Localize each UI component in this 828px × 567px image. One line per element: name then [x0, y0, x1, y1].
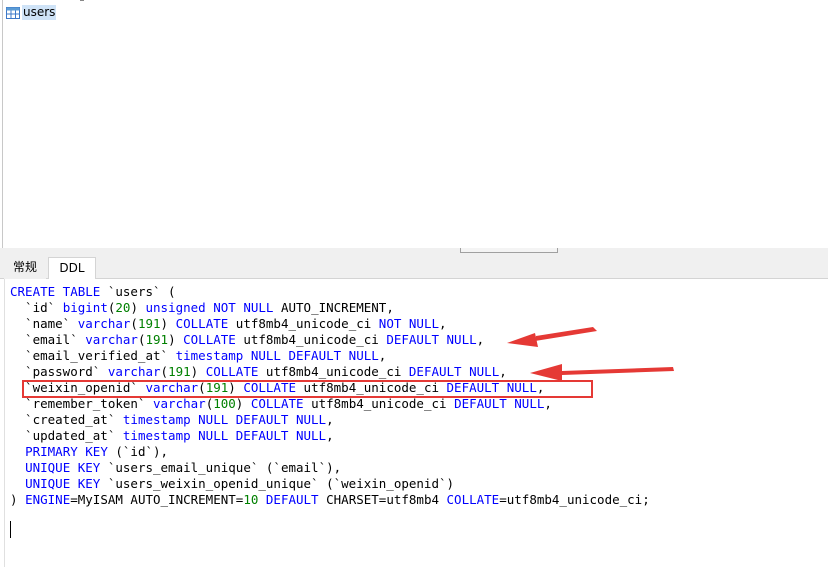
ddl-token-plain: ,: [326, 412, 334, 427]
ddl-token-plain: =utf8mb4_unicode_ci;: [499, 492, 650, 507]
ddl-token-kw: DEFAULT NULL: [454, 396, 545, 411]
ddl-token-kw: varchar: [77, 316, 131, 331]
ddl-token-kw: COLLATE: [183, 332, 236, 347]
ddl-token-kw: timestamp NULL DEFAULT NULL: [122, 412, 327, 427]
ddl-line: PRIMARY KEY (`id`),: [10, 444, 650, 460]
ddl-token-kw: COLLATE: [250, 396, 304, 411]
ddl-token-plain: `created_at`: [10, 412, 123, 427]
ddl-token-plain: (`id`),: [107, 444, 169, 459]
ddl-token-plain: `name`: [10, 316, 78, 331]
ddl-token-plain: (: [130, 316, 138, 331]
ddl-token-kw: COLLATE: [205, 364, 259, 379]
ddl-token-plain: [10, 460, 25, 475]
ddl-token-plain: ): [168, 332, 184, 347]
ddl-token-plain: utf8mb4_unicode_ci: [303, 396, 455, 411]
tab-general[interactable]: 常规: [4, 257, 46, 279]
ddl-token-plain: `email`: [10, 332, 86, 347]
ddl-token-plain: `updated_at`: [10, 428, 123, 443]
arrow-icon: [530, 364, 674, 381]
ddl-token-plain: ,: [476, 332, 485, 347]
ddl-token-kw: bigint: [62, 300, 108, 315]
ddl-token-plain: ,: [326, 428, 334, 443]
ddl-token-num: 191: [145, 332, 169, 347]
ddl-token-plain: ,: [544, 396, 552, 411]
ddl-line: UNIQUE KEY `users_email_unique` (`email`…: [10, 460, 650, 476]
ddl-line: `updated_at` timestamp NULL DEFAULT NULL…: [10, 428, 650, 444]
ddl-token-kw: UNIQUE KEY: [25, 460, 101, 475]
table-list-pane: users: [0, 0, 828, 248]
ddl-token-kw: UNIQUE KEY: [25, 476, 101, 491]
ddl-token-plain: [10, 444, 25, 459]
ddl-line: `created_at` timestamp NULL DEFAULT NULL…: [10, 412, 650, 428]
ddl-token-plain: `password`: [10, 364, 108, 379]
highlight-box-weixin-openid: [22, 380, 593, 398]
ddl-token-plain: utf8mb4_unicode_ci: [235, 332, 387, 347]
ddl-token-plain: ): [130, 300, 146, 315]
ddl-token-kw: varchar: [85, 332, 138, 347]
ddl-token-plain: `users` (: [100, 284, 176, 299]
ddl-token-kw: ENGINE: [25, 492, 71, 507]
ddl-token-kw: DEFAULT: [265, 492, 319, 507]
ddl-token-plain: `id`: [10, 300, 63, 315]
ddl-token-kw: timestamp NULL DEFAULT NULL: [122, 428, 327, 443]
ddl-token-kw: CREATE TABLE: [10, 284, 101, 299]
ddl-token-plain: ): [190, 364, 206, 379]
ddl-token-num: 191: [137, 316, 161, 331]
ddl-token-plain: utf8mb4_unicode_ci: [258, 364, 409, 379]
ddl-token-plain: ,: [378, 348, 387, 363]
ddl-token-kw: unsigned NOT NULL: [145, 300, 274, 315]
ddl-token-plain: `remember_token`: [10, 396, 153, 411]
ddl-token-plain: `email_verified_at`: [10, 348, 176, 363]
ddl-token-plain: `users_email_unique` (`email`),: [100, 460, 342, 475]
ddl-token-plain: ,: [499, 364, 507, 379]
pane-border: [2, 0, 3, 248]
ddl-token-num: 10: [243, 492, 259, 507]
editor-gutter: [4, 279, 5, 567]
ddl-token-kw: PRIMARY KEY: [25, 444, 108, 459]
ddl-token-plain: utf8mb4_unicode_ci: [228, 316, 379, 331]
ddl-token-kw: NOT NULL: [378, 316, 440, 331]
ddl-editor[interactable]: CREATE TABLE `users` ( `id` bigint(20) u…: [0, 279, 828, 567]
ddl-line: ) ENGINE=MyISAM AUTO_INCREMENT=10 DEFAUL…: [10, 492, 650, 508]
ddl-line: `id` bigint(20) unsigned NOT NULL AUTO_I…: [10, 300, 650, 316]
ddl-token-plain: AUTO_INCREMENT,: [273, 300, 394, 315]
ddl-token-plain: =MyISAM AUTO_INCREMENT=: [70, 492, 244, 507]
ddl-token-plain: ,: [439, 316, 447, 331]
ddl-token-plain: (: [160, 364, 169, 379]
ddl-token-num: 100: [213, 396, 236, 411]
ddl-token-plain: ): [235, 396, 251, 411]
ddl-line: CREATE TABLE `users` (: [10, 284, 650, 300]
table-icon: [6, 6, 20, 19]
resize-tick: [80, 0, 84, 1]
table-item-users[interactable]: users: [6, 5, 57, 20]
tab-ddl[interactable]: DDL: [48, 257, 96, 280]
ddl-token-plain: [258, 492, 266, 507]
ddl-token-plain: CHARSET=utf8mb4: [318, 492, 447, 507]
splitter-handle[interactable]: [460, 248, 558, 253]
ddl-token-plain: ): [160, 316, 176, 331]
ddl-token-num: 20: [115, 300, 131, 315]
ddl-token-num: 191: [168, 364, 191, 379]
ddl-token-kw: timestamp NULL DEFAULT NULL: [175, 348, 379, 363]
arrow-icon: [507, 327, 597, 347]
tab-strip: 常规 DDL: [0, 254, 828, 280]
ddl-token-kw: COLLATE: [175, 316, 229, 331]
ddl-line: `remember_token` varchar(100) COLLATE ut…: [10, 396, 650, 412]
ddl-token-kw: varchar: [153, 396, 206, 411]
ddl-token-kw: varchar: [107, 364, 161, 379]
ddl-token-plain: [10, 476, 25, 491]
ddl-token-plain: ): [10, 492, 26, 507]
text-caret: [10, 521, 11, 538]
ddl-line: UNIQUE KEY `users_weixin_openid_unique` …: [10, 476, 650, 492]
ddl-token-kw: DEFAULT NULL: [386, 332, 477, 347]
ddl-token-kw: DEFAULT NULL: [408, 364, 500, 379]
ddl-token-plain: `users_weixin_openid_unique` (`weixin_op…: [100, 476, 455, 491]
ddl-token-kw: COLLATE: [446, 492, 500, 507]
table-item-label: users: [22, 5, 57, 20]
